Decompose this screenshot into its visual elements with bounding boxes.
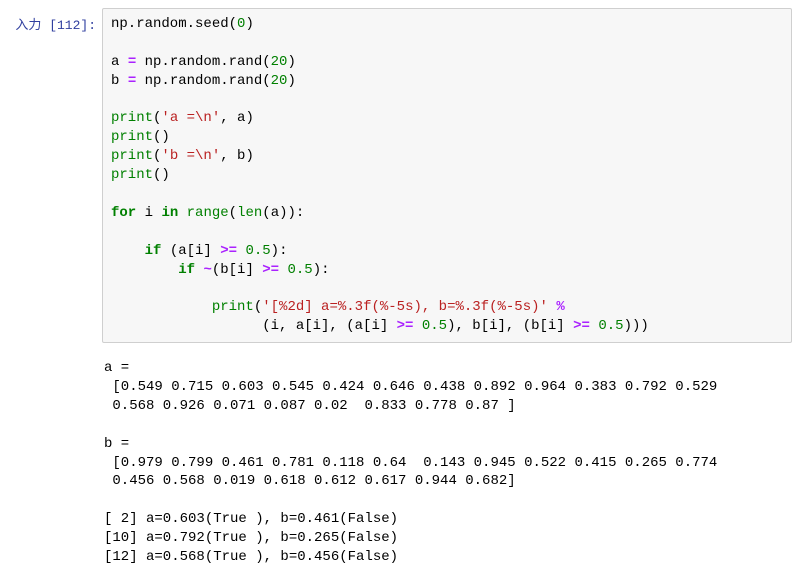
input-prompt: 入力 [112]: — [8, 8, 102, 39]
output-text: a = [0.549 0.715 0.603 0.545 0.424 0.646… — [96, 353, 725, 567]
notebook-output-cell: a = [0.549 0.715 0.603 0.545 0.424 0.646… — [8, 353, 792, 567]
code-input-area[interactable]: np.random.seed(0) a = np.random.rand(20)… — [102, 8, 792, 343]
code-block: np.random.seed(0) a = np.random.rand(20)… — [111, 15, 783, 336]
notebook-cell: 入力 [112]: np.random.seed(0) a = np.rando… — [8, 8, 792, 343]
